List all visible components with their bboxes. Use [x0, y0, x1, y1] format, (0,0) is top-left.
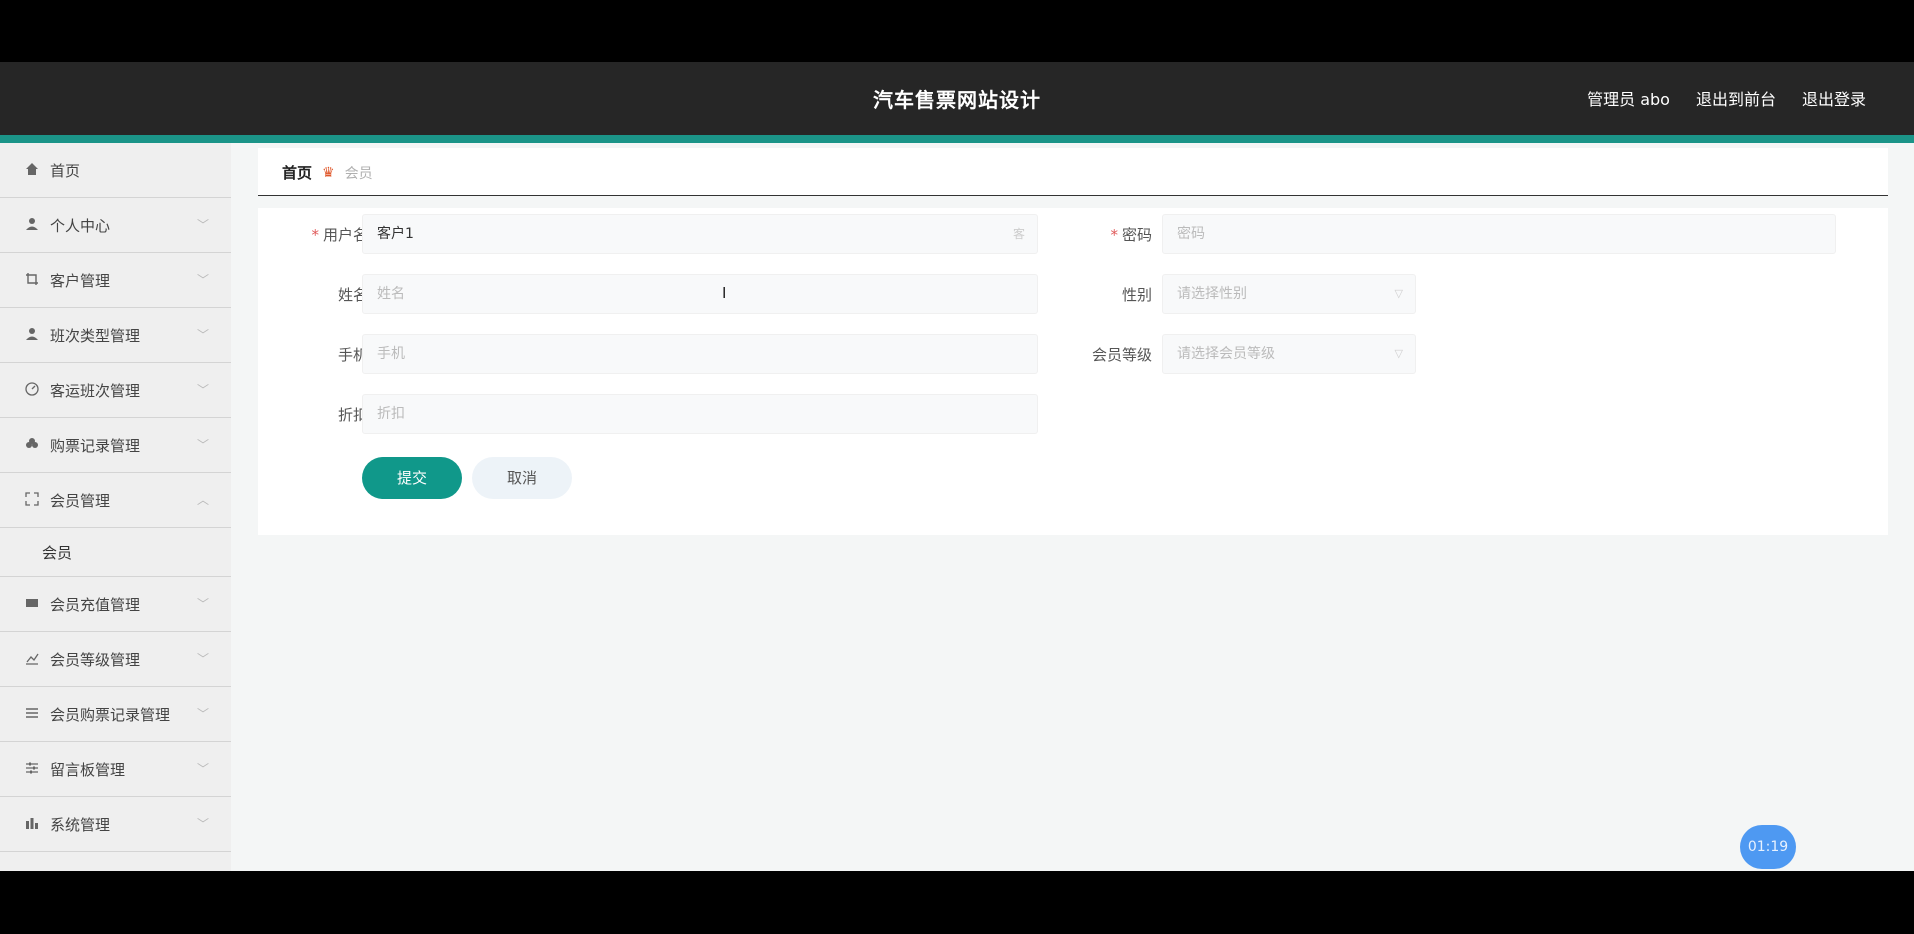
sidebar-item-message-board[interactable]: 留言板管理 ﹀ [0, 742, 231, 797]
list-icon [24, 706, 40, 722]
breadcrumb-home[interactable]: 首页 [282, 162, 312, 183]
top-header: 汽车售票网站设计 管理员 abo 退出到前台 退出登录 [0, 62, 1914, 135]
user-icon [24, 217, 40, 233]
sliders-icon [24, 761, 40, 777]
chevron-down-icon: ﹀ [196, 438, 209, 452]
text-cursor-icon: I [722, 284, 727, 302]
chevron-down-icon: ▽ [1394, 347, 1403, 360]
breadcrumb: 首页 ♛ 会员 [282, 162, 373, 183]
member-form: * 用户名 客户1 客 * 密码 密码 姓名 姓名 性别 请选择性别 ▽ 手机 手机… [258, 208, 1888, 535]
sidebar-item-label: 会员购票记录管理 [50, 705, 171, 724]
ticket-icon [24, 596, 40, 612]
crop-icon [24, 272, 40, 288]
chevron-down-icon: ﹀ [196, 328, 209, 342]
chevron-down-icon: ▽ [1394, 287, 1403, 300]
discount-placeholder: 折扣 [377, 406, 405, 422]
chevron-down-icon: ﹀ [196, 597, 209, 611]
chevron-down-icon: ﹀ [196, 218, 209, 232]
submit-button[interactable]: 提交 [362, 457, 462, 499]
phone-placeholder: 手机 [377, 346, 405, 362]
sidebar-item-label: 留言板管理 [50, 760, 126, 779]
required-asterisk: * [311, 226, 319, 244]
top-links: 管理员 abo 退出到前台 退出登录 [1587, 86, 1866, 110]
gender-placeholder: 请选择性别 [1177, 286, 1247, 302]
name-placeholder: 姓名 [377, 286, 405, 302]
sidebar-item-member-levels[interactable]: 会员等级管理 ﹀ [0, 632, 231, 687]
breadcrumb-bar: 首页 ♛ 会员 [258, 148, 1888, 196]
member-level-select[interactable]: 请选择会员等级 ▽ [1162, 334, 1416, 374]
gender-label: 性别 [1121, 286, 1152, 304]
sidebar-subitem-member[interactable]: 会员 [0, 528, 231, 577]
timer-badge: 01:19 [1740, 825, 1796, 869]
sidebar-item-label: 购票记录管理 [50, 436, 141, 455]
user-icon [24, 327, 40, 343]
member-level-placeholder: 请选择会员等级 [1177, 346, 1275, 362]
name-field[interactable]: 姓名 [362, 274, 1038, 314]
flower-icon [24, 437, 40, 453]
discount-field[interactable]: 折扣 [362, 394, 1038, 434]
name-label: 姓名 [337, 286, 368, 304]
sidebar-item-members[interactable]: 会员管理 ︿ [0, 473, 231, 528]
home-icon [24, 162, 40, 178]
sidebar-item-customers[interactable]: 客户管理 ﹀ [0, 253, 231, 308]
sidebar-item-label: 客运班次管理 [50, 381, 141, 400]
chevron-down-icon: ﹀ [196, 817, 209, 831]
sidebar: 首页 个人中心 ﹀ 客户管理 ﹀ 班次类型管理 ﹀ 客运班次管理 ﹀ 购票记录管… [0, 143, 231, 871]
username-label: * 用户名 [311, 226, 368, 244]
cancel-button[interactable]: 取消 [472, 457, 572, 499]
sidebar-item-label: 个人中心 [50, 216, 111, 235]
chevron-down-icon: ﹀ [196, 762, 209, 776]
sidebar-item-ticket-records[interactable]: 购票记录管理 ﹀ [0, 418, 231, 473]
chevron-down-icon: ﹀ [196, 383, 209, 397]
sidebar-item-member-recharge[interactable]: 会员充值管理 ﹀ [0, 577, 231, 632]
username-value: 客户1 [377, 226, 414, 242]
sidebar-item-personal-center[interactable]: 个人中心 ﹀ [0, 198, 231, 253]
exit-to-front-link[interactable]: 退出到前台 [1696, 86, 1776, 110]
required-asterisk: * [1110, 226, 1118, 244]
phone-field[interactable]: 手机 [362, 334, 1038, 374]
sidebar-item-label: 系统管理 [50, 815, 111, 834]
crown-icon: ♛ [322, 164, 335, 181]
password-field[interactable]: 密码 [1162, 214, 1836, 254]
chart-icon [24, 651, 40, 667]
header-accent-bar [0, 135, 1914, 143]
sidebar-subitem-label: 会员 [42, 543, 73, 562]
discount-label: 折扣 [337, 406, 368, 424]
password-label: * 密码 [1110, 226, 1152, 244]
sidebar-item-system[interactable]: 系统管理 ﹀ [0, 797, 231, 852]
sidebar-item-label: 班次类型管理 [50, 326, 141, 345]
chevron-down-icon: ﹀ [196, 273, 209, 287]
sidebar-item-trip-types[interactable]: 班次类型管理 ﹀ [0, 308, 231, 363]
gauge-icon [24, 382, 40, 398]
phone-label: 手机 [337, 346, 368, 364]
breadcrumb-current: 会员 [344, 165, 373, 182]
username-field[interactable]: 客户1 客 [362, 214, 1038, 254]
sidebar-item-member-ticket-records[interactable]: 会员购票记录管理 ﹀ [0, 687, 231, 742]
chevron-down-icon: ﹀ [196, 652, 209, 666]
chevron-down-icon: ﹀ [196, 707, 209, 721]
member-level-label: 会员等级 [1091, 346, 1152, 364]
chevron-up-icon: ︿ [196, 493, 209, 507]
sidebar-item-label: 客户管理 [50, 271, 111, 290]
admin-user-label[interactable]: 管理员 abo [1587, 86, 1670, 110]
username-suffix: 客 [1012, 227, 1025, 241]
sidebar-item-bus-trips[interactable]: 客运班次管理 ﹀ [0, 363, 231, 418]
sidebar-item-home[interactable]: 首页 [0, 143, 231, 198]
sidebar-item-label: 首页 [50, 161, 81, 180]
gender-select[interactable]: 请选择性别 ▽ [1162, 274, 1416, 314]
app-viewport: 汽车售票网站设计 管理员 abo 退出到前台 退出登录 首页 个人中心 ﹀ 客户… [0, 62, 1914, 871]
sidebar-item-label: 会员等级管理 [50, 650, 141, 669]
logout-link[interactable]: 退出登录 [1802, 86, 1866, 110]
sidebar-item-label: 会员充值管理 [50, 595, 141, 614]
sidebar-item-label: 会员管理 [50, 491, 111, 510]
expand-icon [24, 492, 40, 508]
bar-chart-icon [24, 816, 40, 832]
password-placeholder: 密码 [1177, 226, 1205, 242]
